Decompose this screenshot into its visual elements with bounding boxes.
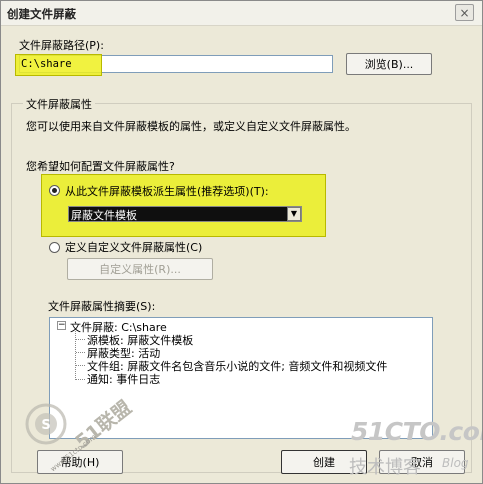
- close-icon: ×: [459, 5, 470, 20]
- tree-connector-line: [76, 379, 85, 380]
- collapse-icon[interactable]: −: [57, 321, 66, 330]
- watermark-blog-name: 技术博客: [349, 457, 421, 478]
- custom-option-label[interactable]: 定义自定义文件屏蔽属性(C): [65, 239, 202, 255]
- watermark-logo-icon: S: [25, 403, 67, 445]
- dropdown-arrow-icon[interactable]: ▼: [287, 207, 301, 221]
- properties-group-title: 文件屏蔽属性: [23, 96, 95, 112]
- svg-text:S: S: [41, 418, 50, 433]
- path-input-value[interactable]: C:\share: [21, 58, 72, 70]
- template-dropdown-value: 屏蔽文件模板: [71, 209, 137, 222]
- watermark-site: 51CTO.com: [351, 417, 482, 446]
- window-title: 创建文件屏蔽: [7, 7, 76, 21]
- title-bar[interactable]: 创建文件屏蔽 ×: [1, 1, 482, 26]
- template-option-radio[interactable]: [49, 185, 60, 196]
- custom-properties-button-label: 自定义属性(R)...: [99, 263, 181, 276]
- create-button-label: 创建: [313, 456, 335, 469]
- tree-connector-line: [76, 339, 85, 340]
- custom-properties-button[interactable]: 自定义属性(R)...: [67, 258, 213, 280]
- summary-label: 文件屏蔽属性摘要(S):: [48, 300, 156, 313]
- path-label: 文件屏蔽路径(P):: [19, 39, 104, 52]
- create-file-screen-dialog: 创建文件屏蔽 × 文件屏蔽路径(P): C:\share 浏览(B)... 文件…: [0, 0, 483, 484]
- tree-child-notification[interactable]: 通知: 事件日志: [87, 371, 160, 387]
- watermark-blog-word: Blog: [442, 456, 469, 470]
- tree-connector-line: [76, 365, 85, 366]
- close-button[interactable]: ×: [455, 4, 474, 21]
- properties-description: 您可以使用来自文件屏蔽模板的属性，或定义自定义文件屏蔽属性。: [26, 120, 356, 133]
- template-option-label[interactable]: 从此文件屏蔽模板派生属性(推荐选项)(T):: [65, 183, 269, 199]
- browse-button-label: 浏览(B)...: [364, 58, 414, 71]
- tree-connector-line: [76, 352, 85, 353]
- configure-question: 您希望如何配置文件屏蔽属性?: [26, 160, 175, 173]
- help-button[interactable]: 帮助(H): [37, 450, 123, 474]
- browse-button[interactable]: 浏览(B)...: [346, 53, 432, 75]
- custom-option-radio[interactable]: [49, 242, 60, 253]
